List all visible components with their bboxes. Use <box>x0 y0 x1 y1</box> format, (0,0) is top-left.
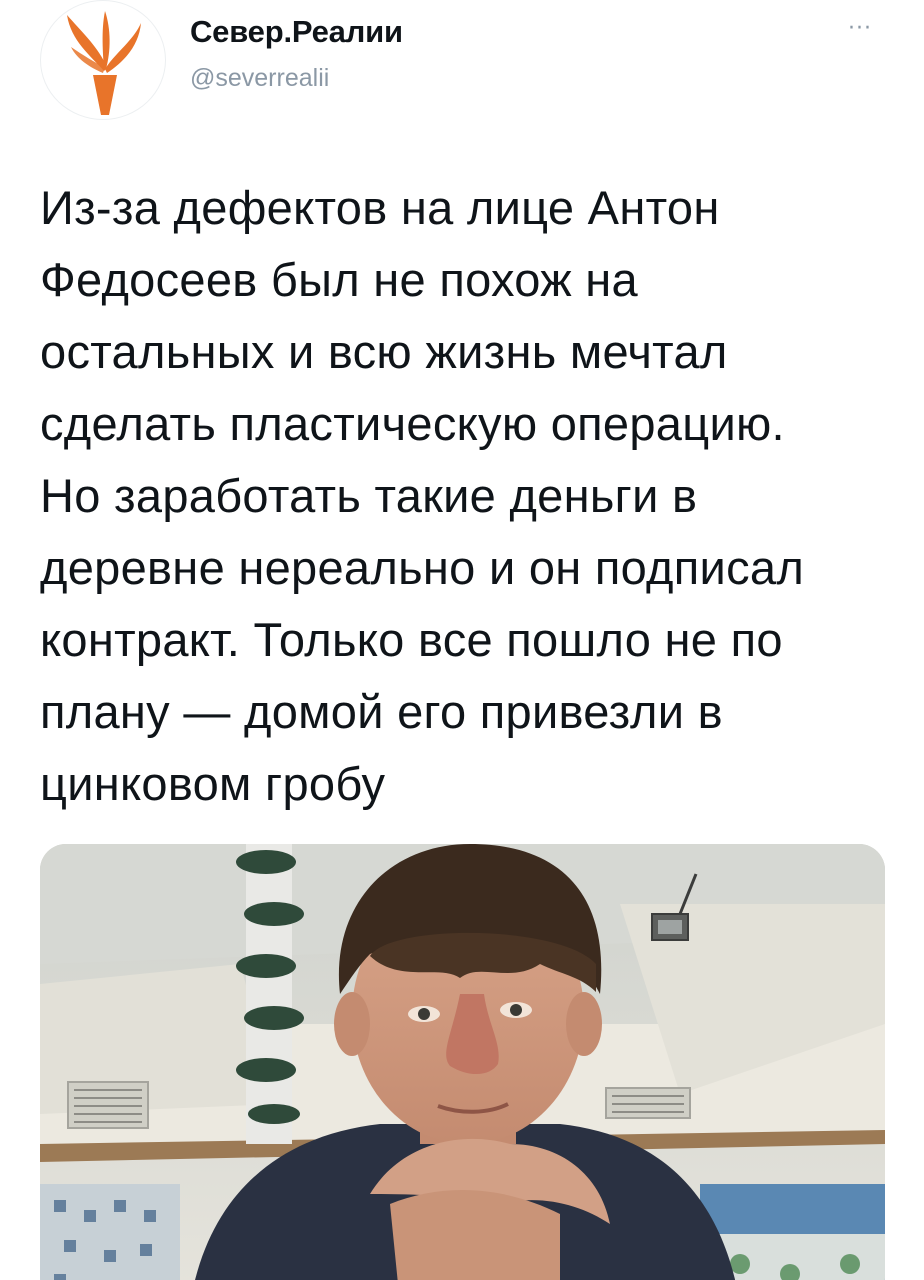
more-options-icon[interactable]: ··· <box>838 18 882 46</box>
author-handle[interactable]: @severrealii <box>190 64 329 93</box>
tweet-header: Север.Реалии @severrealii ··· <box>0 0 924 130</box>
torch-logo-icon <box>67 11 141 115</box>
author-display-name[interactable]: Север.Реалии <box>190 14 403 50</box>
photo-image <box>40 844 885 1280</box>
tweet-text: Из-за дефектов на лице Антон Федосеев бы… <box>40 181 805 810</box>
author-avatar[interactable] <box>40 0 166 120</box>
tweet-photo[interactable] <box>40 844 885 1280</box>
